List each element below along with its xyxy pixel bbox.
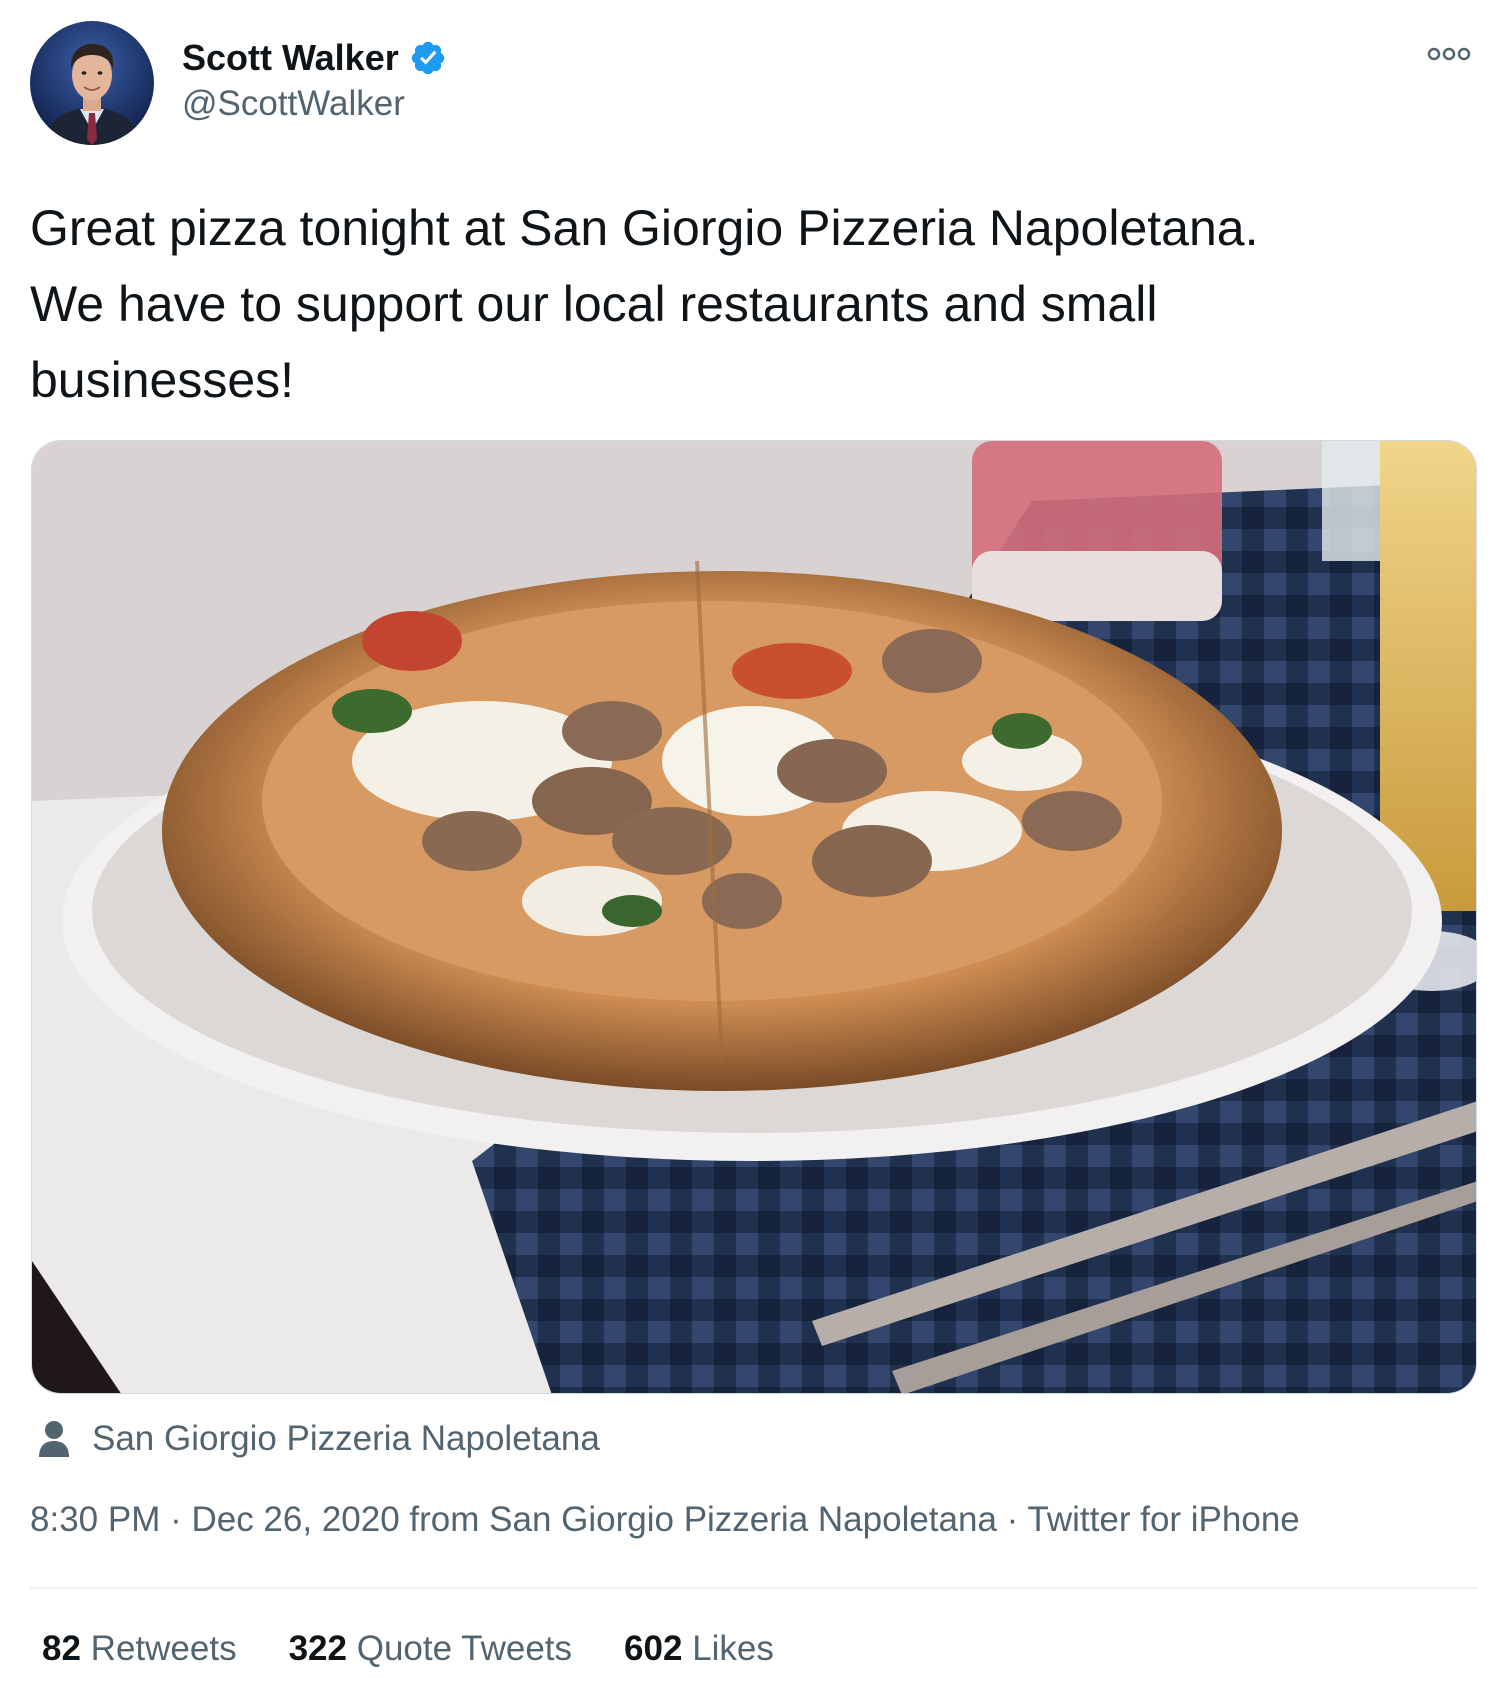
author-display-name[interactable]: Scott Walker bbox=[182, 37, 399, 79]
tweet-source-link[interactable]: Twitter for iPhone bbox=[1027, 1500, 1299, 1539]
tweet-stats: 82 Retweets 322 Quote Tweets 602 Likes bbox=[42, 1624, 826, 1674]
tweet-location-link[interactable]: San Giorgio Pizzeria Napoletana bbox=[489, 1500, 997, 1539]
tweet-time-link[interactable]: 8:30 PM bbox=[30, 1500, 160, 1539]
more-options-icon bbox=[1427, 47, 1471, 61]
tagged-people-row: San Giorgio Pizzeria Napoletana bbox=[36, 1414, 600, 1464]
pizza-photo bbox=[32, 441, 1476, 1393]
meta-separator: · bbox=[160, 1500, 192, 1539]
more-options-button[interactable] bbox=[1424, 36, 1474, 72]
meta-from-text: from bbox=[399, 1500, 490, 1539]
verified-badge-icon bbox=[409, 39, 447, 77]
author-name-row: Scott Walker bbox=[182, 36, 447, 80]
likes-label: Likes bbox=[692, 1629, 774, 1668]
quote-tweets-stat[interactable]: 322 Quote Tweets bbox=[289, 1629, 572, 1669]
quote-tweets-count: 322 bbox=[288, 1629, 347, 1668]
meta-separator: · bbox=[996, 1500, 1028, 1539]
tweet-container: Scott Walker @ScottWalker Great pizza to… bbox=[0, 0, 1500, 1693]
author-handle[interactable]: @ScottWalker bbox=[182, 84, 405, 124]
avatar-image bbox=[30, 21, 154, 145]
retweets-stat[interactable]: 82 Retweets bbox=[42, 1629, 237, 1669]
avatar[interactable] bbox=[30, 21, 154, 145]
quote-tweets-label: Quote Tweets bbox=[356, 1629, 573, 1668]
tagged-user-link[interactable]: San Giorgio Pizzeria Napoletana bbox=[92, 1419, 600, 1459]
divider bbox=[30, 1587, 1478, 1589]
likes-count: 602 bbox=[624, 1629, 683, 1668]
tweet-date-link[interactable]: Dec 26, 2020 bbox=[191, 1500, 399, 1539]
tweet-meta: 8:30 PM · Dec 26, 2020 from San Giorgio … bbox=[30, 1500, 1300, 1540]
likes-stat[interactable]: 602 Likes bbox=[624, 1629, 774, 1669]
retweets-count: 82 bbox=[42, 1629, 81, 1668]
person-icon bbox=[36, 1419, 72, 1459]
retweets-label: Retweets bbox=[90, 1629, 237, 1668]
tweet-text: Great pizza tonight at San Giorgio Pizze… bbox=[30, 200, 1259, 408]
tweet-photo[interactable] bbox=[31, 440, 1477, 1394]
